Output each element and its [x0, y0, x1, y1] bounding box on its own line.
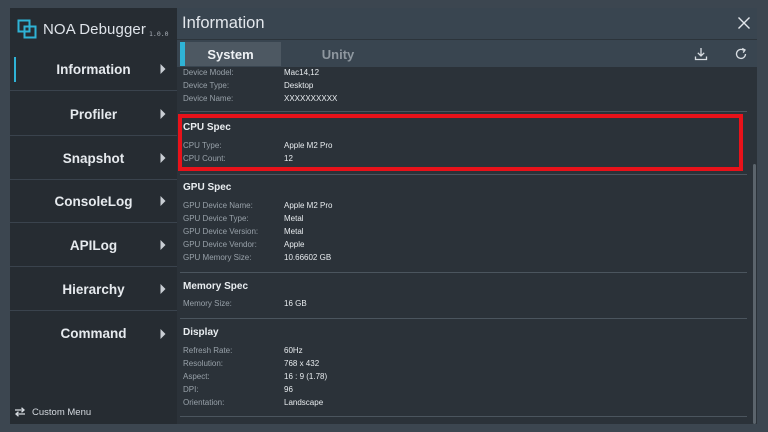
info-key: Aspect:: [183, 372, 210, 381]
info-value: Mac14,12: [284, 68, 320, 77]
info-key: DPI:: [183, 385, 199, 394]
info-value: 768 x 432: [284, 359, 320, 368]
info-key: Orientation:: [183, 398, 225, 407]
highlight-box: [178, 114, 743, 171]
custom-menu-button[interactable]: Custom Menu: [10, 400, 177, 424]
sidebar-item-hierarchy[interactable]: Hierarchy: [10, 268, 177, 311]
sidebar-item-consolelog[interactable]: ConsoleLog: [10, 180, 177, 223]
section-title-memory: Memory Spec: [183, 281, 249, 292]
custom-menu-label: Custom Menu: [32, 406, 92, 418]
info-key: GPU Device Type:: [183, 214, 249, 223]
info-key: Device Model:: [183, 68, 234, 77]
section-title-gpu: GPU Spec: [183, 182, 232, 193]
swap-arrows-icon: [15, 407, 25, 417]
info-key: GPU Device Name:: [183, 201, 253, 210]
info-key: Refresh Rate:: [183, 346, 233, 355]
info-value: 60Hz: [284, 346, 303, 355]
tab-active-indicator: [180, 42, 185, 66]
sidebar-item-information[interactable]: Information: [10, 48, 177, 91]
info-key: GPU Memory Size:: [183, 253, 252, 262]
sidebar-item-label: Command: [60, 326, 127, 341]
chevron-right-icon: [160, 240, 166, 250]
app-title: NOA Debugger: [43, 20, 146, 38]
tab-label: Unity: [321, 46, 355, 62]
info-key: GPU Device Version:: [183, 227, 259, 236]
system-info-list[interactable]: Device Model: Mac14,12 Device Type: Desk…: [177, 67, 757, 424]
sidebar-item-label: Snapshot: [62, 150, 125, 166]
info-value: Apple: [284, 240, 305, 249]
noa-logo-icon: [17, 19, 37, 39]
panel-header: Information: [177, 8, 757, 39]
section-divider: [180, 272, 747, 273]
app-logo: NOA Debugger: [17, 17, 146, 41]
info-value: 16 GB: [284, 299, 307, 308]
chevron-right-icon: [160, 153, 166, 163]
section-title-display: Display: [183, 327, 219, 338]
info-key: GPU Device Vendor:: [183, 240, 257, 249]
info-key: Device Name:: [183, 94, 234, 103]
sidebar-item-profiler[interactable]: Profiler: [10, 93, 177, 136]
scrollbar[interactable]: [753, 164, 756, 424]
info-value: XXXXXXXXXX: [284, 94, 338, 103]
download-icon[interactable]: [694, 47, 708, 61]
info-value: Metal: [284, 214, 304, 223]
sidebar-item-snapshot[interactable]: Snapshot: [10, 137, 177, 180]
chevron-right-icon: [160, 109, 166, 119]
app-frame: NOA Debugger 1.0.0 Information Profiler …: [0, 0, 768, 432]
chevron-right-icon: [160, 196, 166, 206]
info-value: Desktop: [284, 81, 314, 90]
sidebar-item-label: ConsoleLog: [54, 193, 133, 209]
sidebar-item-label: Hierarchy: [62, 281, 125, 297]
section-divider: [180, 111, 747, 112]
sidebar-item-command[interactable]: Command: [10, 312, 177, 355]
tab-system[interactable]: System: [180, 42, 281, 66]
sidebar-item-label: Information: [56, 61, 131, 77]
info-key: Resolution:: [183, 359, 224, 368]
info-key: Device Type:: [183, 81, 230, 90]
refresh-icon[interactable]: [734, 47, 748, 61]
section-divider: [180, 174, 747, 175]
chevron-right-icon: [160, 328, 166, 339]
chevron-right-icon: [160, 284, 166, 294]
app-version: 1.0.0: [149, 30, 169, 38]
page-title: Information: [182, 14, 265, 32]
info-value: 10.66602 GB: [284, 253, 332, 262]
section-divider: [180, 318, 747, 319]
sidebar-item-label: APILog: [69, 237, 118, 253]
info-value: Apple M2 Pro: [284, 201, 333, 210]
sidebar-item-apilog[interactable]: APILog: [10, 224, 177, 267]
close-icon[interactable]: [737, 16, 751, 30]
chevron-right-icon: [160, 64, 166, 74]
main-panel: Information System Unity Device Model: M…: [177, 8, 757, 424]
sidebar: NOA Debugger 1.0.0 Information Profiler …: [10, 8, 177, 424]
info-value: Landscape: [284, 398, 324, 407]
active-indicator: [14, 57, 16, 82]
sidebar-item-label: Profiler: [69, 106, 118, 122]
tab-unity[interactable]: Unity: [288, 42, 388, 66]
tab-bar: System Unity: [177, 39, 757, 67]
tab-label: System: [207, 46, 254, 62]
info-value: 96: [284, 385, 293, 394]
info-value: 16 : 9 (1.78): [284, 372, 328, 381]
section-divider: [180, 416, 747, 417]
info-value: Metal: [284, 227, 304, 236]
info-key: Memory Size:: [183, 299, 232, 308]
